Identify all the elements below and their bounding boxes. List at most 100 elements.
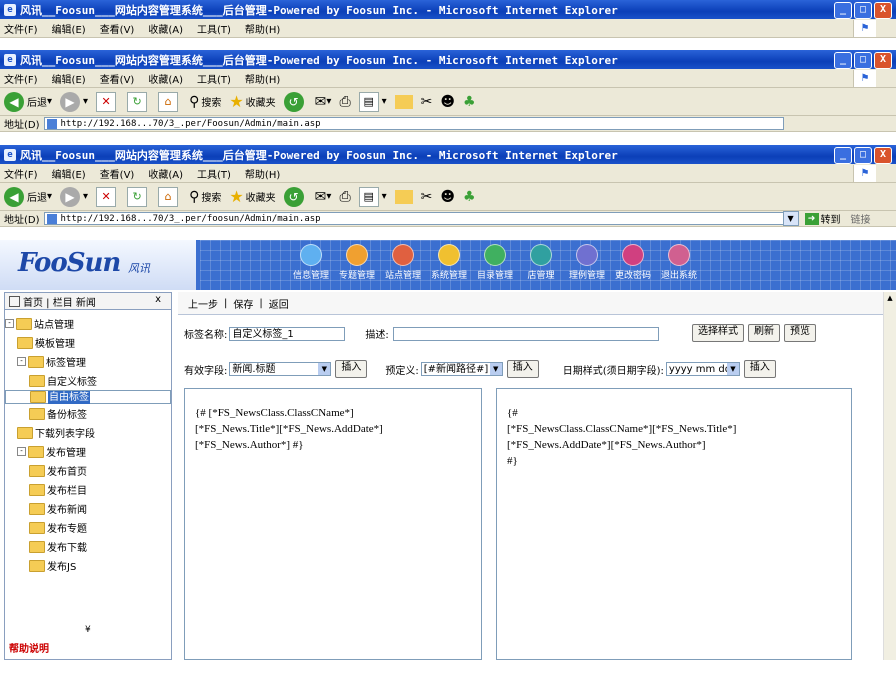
- preview-button[interactable]: 预览: [784, 324, 816, 342]
- nav-password[interactable]: 更改密码: [610, 244, 656, 281]
- date-style-select[interactable]: yyyy mm dd ▼: [665, 362, 740, 376]
- tree-node[interactable]: 发布下载: [5, 537, 171, 556]
- print-button[interactable]: ⎙: [339, 94, 350, 110]
- messenger-button[interactable]: ✂: [421, 94, 433, 110]
- address-input[interactable]: http://192.168...70/3_.per/foosun/Admin/…: [43, 212, 784, 225]
- menu-view[interactable]: 查看(V): [100, 71, 135, 86]
- links-button[interactable]: 链接: [851, 211, 871, 226]
- mail-button[interactable]: ✉ ▾: [315, 189, 332, 205]
- scroll-up-icon[interactable]: ▲: [884, 292, 896, 304]
- home-button[interactable]: ⌂: [158, 186, 181, 207]
- menu-file[interactable]: 文件(F): [4, 166, 38, 181]
- nav-site[interactable]: 站点管理: [380, 244, 426, 281]
- go-arrow-icon[interactable]: ➜: [804, 212, 819, 225]
- desc-input[interactable]: [392, 326, 659, 341]
- menu-view[interactable]: 查看(V): [100, 166, 135, 181]
- refresh-button[interactable]: 刷新: [748, 324, 780, 342]
- history-button[interactable]: ↺: [283, 91, 307, 112]
- preset-select[interactable]: [#新闻路径#] ▼: [420, 362, 503, 376]
- menu-edit[interactable]: 编辑(E): [52, 21, 86, 36]
- nav-logout[interactable]: 退出系统: [656, 244, 702, 281]
- template-editor-left[interactable]: {# [*FS_NewsClass.ClassCName*] [*FS_News…: [184, 388, 482, 660]
- menu-favorites[interactable]: 收藏(A): [148, 71, 183, 86]
- maximize-button[interactable]: □: [854, 52, 872, 69]
- choose-style-button[interactable]: 选择样式: [692, 324, 744, 342]
- print-button[interactable]: ⎙: [339, 189, 350, 205]
- nav-shop[interactable]: 店管理: [518, 244, 564, 281]
- tree-node[interactable]: 下载列表字段: [5, 423, 171, 442]
- field-select[interactable]: 新闻.标题 ▼: [229, 362, 332, 376]
- qq-button[interactable]: ☻: [440, 94, 455, 110]
- menu-favorites[interactable]: 收藏(A): [148, 21, 183, 36]
- edit-button[interactable]: ▤ ▾: [358, 186, 387, 207]
- label-name-input[interactable]: 自定义标签_1: [229, 326, 346, 341]
- refresh-button[interactable]: ↻: [127, 91, 150, 112]
- address-dropdown[interactable]: ▼: [782, 211, 799, 226]
- stop-button[interactable]: ✕: [96, 91, 119, 112]
- favorites-button[interactable]: ★ 收藏夹: [229, 92, 275, 111]
- favorites-button[interactable]: ★ 收藏夹: [229, 187, 275, 206]
- menu-file[interactable]: 文件(F): [4, 21, 38, 36]
- mail-button[interactable]: ✉ ▾: [315, 94, 332, 110]
- menu-view[interactable]: 查看(V): [100, 21, 135, 36]
- insert-preset-button[interactable]: 插入: [506, 360, 539, 378]
- stop-button[interactable]: ✕: [96, 186, 119, 207]
- save-link[interactable]: 保存: [233, 296, 253, 311]
- edit-button[interactable]: ▤ ▾: [358, 91, 387, 112]
- tree-node[interactable]: 发布栏目: [5, 480, 171, 499]
- close-button[interactable]: X: [874, 52, 892, 69]
- close-icon[interactable]: x: [155, 294, 161, 305]
- address-input[interactable]: http://192.168...70/3_.per/Foosun/Admin/…: [43, 117, 784, 130]
- collapse-arrow-icon[interactable]: ¥: [85, 625, 91, 635]
- menu-edit[interactable]: 编辑(E): [52, 71, 86, 86]
- tree-toggle-icon[interactable]: -: [5, 319, 14, 328]
- menu-help[interactable]: 帮助(H): [245, 71, 280, 86]
- tree-node[interactable]: 自定义标签: [5, 371, 171, 390]
- template-preview-right[interactable]: {# [*FS_NewsClass.ClassCName*][*FS_News.…: [496, 388, 852, 660]
- tree-node[interactable]: - 站点管理: [5, 314, 171, 333]
- search-button[interactable]: ⚲ 搜索: [189, 94, 221, 110]
- tree-toggle-icon[interactable]: -: [17, 447, 26, 456]
- messenger-button[interactable]: ✂: [421, 189, 433, 205]
- tree-node[interactable]: 发布JS: [5, 556, 171, 575]
- history-button[interactable]: ↺: [283, 186, 307, 207]
- page-scrollbar[interactable]: ▲: [883, 292, 896, 660]
- msn-button[interactable]: ♣: [463, 94, 476, 110]
- insert-field-button[interactable]: 插入: [335, 360, 368, 378]
- forward-button[interactable]: ▶ ▾: [60, 186, 88, 207]
- minimize-button[interactable]: _: [834, 2, 852, 19]
- tree-node[interactable]: 模板管理: [5, 333, 171, 352]
- menu-help[interactable]: 帮助(H): [245, 166, 280, 181]
- maximize-button[interactable]: □: [854, 2, 872, 19]
- maximize-button[interactable]: □: [854, 147, 872, 164]
- back-button[interactable]: ◀ 后退 ▾: [4, 186, 52, 207]
- insert-date-button[interactable]: 插入: [743, 360, 776, 378]
- tree-node[interactable]: 发布首页: [5, 461, 171, 480]
- home-button[interactable]: ⌂: [158, 91, 181, 112]
- tree-node[interactable]: - 发布管理: [5, 442, 171, 461]
- nav-system[interactable]: 系统管理: [426, 244, 472, 281]
- menu-file[interactable]: 文件(F): [4, 71, 38, 86]
- menu-tools[interactable]: 工具(T): [197, 21, 231, 36]
- menu-favorites[interactable]: 收藏(A): [148, 166, 183, 181]
- minimize-button[interactable]: _: [834, 147, 852, 164]
- tree-node[interactable]: 自由标签: [5, 390, 171, 404]
- tree-node[interactable]: 备份标签: [5, 404, 171, 423]
- menu-help[interactable]: 帮助(H): [245, 21, 280, 36]
- tree-node[interactable]: - 标签管理: [5, 352, 171, 371]
- search-button[interactable]: ⚲ 搜索: [189, 189, 221, 205]
- folder-button[interactable]: [394, 189, 413, 204]
- nav-info[interactable]: 信息管理: [288, 244, 334, 281]
- nav-topic[interactable]: 专题管理: [334, 244, 380, 281]
- nav-manage[interactable]: 理例管理: [564, 244, 610, 281]
- tree-node[interactable]: 发布新闻: [5, 499, 171, 518]
- go-button[interactable]: 转到: [821, 211, 841, 226]
- menu-tools[interactable]: 工具(T): [197, 166, 231, 181]
- qq-button[interactable]: ☻: [440, 189, 455, 205]
- minimize-button[interactable]: _: [834, 52, 852, 69]
- folder-button[interactable]: [394, 94, 413, 109]
- prev-step-link[interactable]: 上一步: [188, 296, 218, 311]
- tree-node[interactable]: 发布专题: [5, 518, 171, 537]
- msn-button[interactable]: ♣: [463, 189, 476, 205]
- menu-edit[interactable]: 编辑(E): [52, 166, 86, 181]
